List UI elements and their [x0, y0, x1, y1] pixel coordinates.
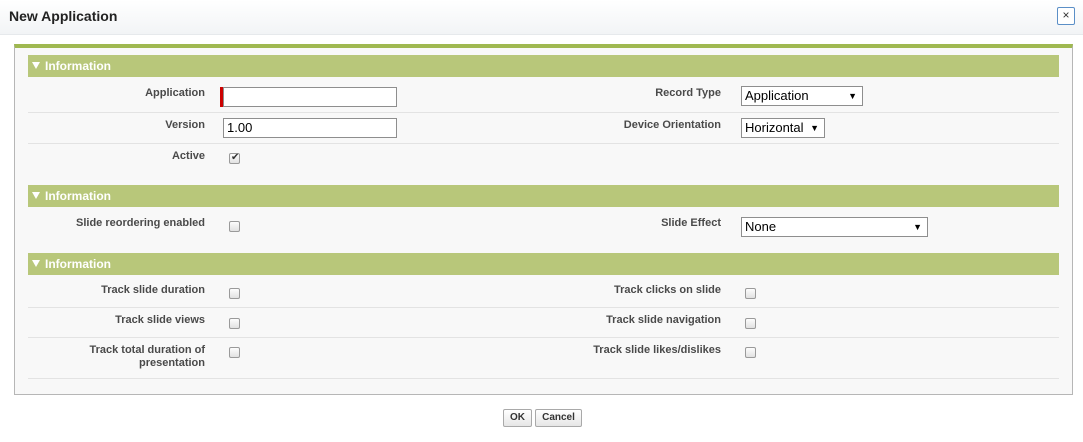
application-label: Application	[145, 87, 205, 99]
slide-reordering-checkbox[interactable]	[229, 221, 240, 232]
track-slide-duration-label: Track slide duration	[101, 284, 205, 296]
chevron-down-icon: ▼	[913, 222, 922, 232]
track-clicks-label: Track clicks on slide	[613, 284, 721, 296]
triangle-down-icon	[32, 192, 40, 199]
application-input[interactable]	[223, 87, 397, 107]
form-row-track-total: Track total duration of presentation Tra…	[28, 338, 1059, 379]
track-slide-views-checkbox[interactable]	[229, 318, 240, 329]
chevron-down-icon: ▼	[848, 91, 857, 101]
form-row-track-duration: Track slide duration Track clicks on sli…	[28, 277, 1059, 308]
track-total-duration-label-line1: Track total duration of	[89, 344, 205, 356]
record-type-select[interactable]: Application ▼	[741, 86, 863, 106]
chevron-down-icon: ▼	[810, 123, 819, 133]
form-row-active: Active ✔	[28, 144, 1059, 174]
ok-button[interactable]: OK	[503, 409, 532, 427]
active-label: Active	[171, 150, 205, 162]
form-row-application: Application Record Type Application ▼	[28, 79, 1059, 113]
track-slide-views-label: Track slide views	[115, 314, 205, 326]
dialog-header: New Application ×	[0, 0, 1083, 35]
version-input[interactable]: 1.00	[223, 118, 397, 138]
section-title: Information	[45, 189, 111, 203]
track-total-duration-checkbox[interactable]	[229, 347, 240, 358]
dialog-title: New Application	[9, 8, 118, 24]
triangle-down-icon	[32, 62, 40, 69]
device-orientation-select[interactable]: Horizontal ▼	[741, 118, 825, 138]
section-title: Information	[45, 59, 111, 73]
section-header-information-1[interactable]: Information	[28, 55, 1059, 77]
track-likes-label: Track slide likes/dislikes	[593, 344, 721, 356]
track-likes-checkbox[interactable]	[745, 347, 756, 358]
record-type-label: Record Type	[655, 87, 721, 99]
track-total-duration-label: Track total duration of presentation	[28, 344, 205, 370]
form-row-track-views: Track slide views Track slide navigation	[28, 308, 1059, 338]
section-header-information-2[interactable]: Information	[28, 185, 1059, 207]
slide-effect-value: None	[745, 219, 777, 234]
cancel-button[interactable]: Cancel	[535, 409, 582, 427]
device-orientation-value: Horizontal	[745, 120, 804, 135]
triangle-down-icon	[32, 260, 40, 267]
version-label: Version	[165, 119, 205, 131]
form-panel: Information Application Record Type Appl…	[14, 44, 1073, 395]
slide-reordering-label: Slide reordering enabled	[76, 217, 205, 229]
track-slide-duration-checkbox[interactable]	[229, 288, 240, 299]
track-total-duration-label-line2: presentation	[138, 357, 205, 369]
slide-effect-select[interactable]: None ▼	[741, 217, 928, 237]
section-title: Information	[45, 257, 111, 271]
form-row-version: Version 1.00 Device Orientation Horizont…	[28, 112, 1059, 144]
active-checkbox[interactable]: ✔	[229, 152, 240, 164]
close-icon: ×	[1062, 8, 1070, 22]
device-orientation-label: Device Orientation	[623, 119, 721, 131]
close-button[interactable]: ×	[1057, 7, 1075, 25]
track-clicks-checkbox[interactable]	[745, 288, 756, 299]
record-type-value: Application	[745, 88, 809, 103]
check-icon: ✔	[231, 152, 240, 163]
track-slide-navigation-checkbox[interactable]	[745, 318, 756, 329]
track-slide-navigation-label: Track slide navigation	[606, 314, 721, 326]
slide-effect-label: Slide Effect	[661, 217, 721, 229]
form-row-slide-reordering: Slide reordering enabled Slide Effect No…	[28, 208, 1059, 246]
section-header-information-3[interactable]: Information	[28, 253, 1059, 275]
